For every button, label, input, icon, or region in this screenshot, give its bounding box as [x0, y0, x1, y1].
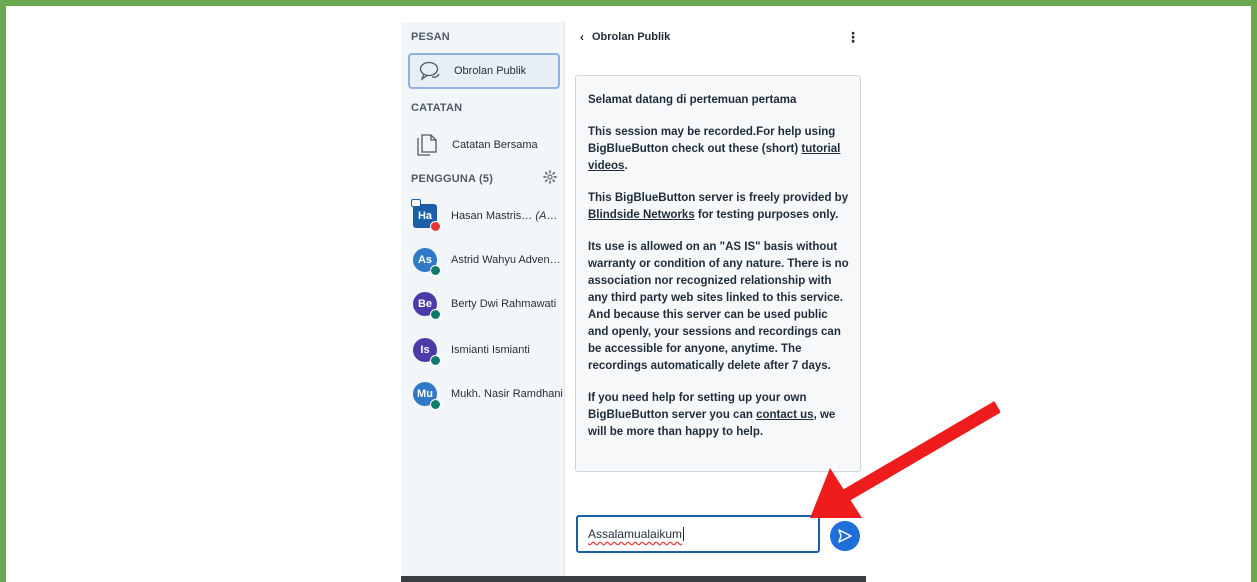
welcome-text: .	[624, 160, 628, 172]
presenter-icon	[411, 199, 421, 207]
user-name: Astrid Wahyu Advent…	[451, 254, 563, 266]
headphones-icon	[430, 309, 441, 320]
user-list-item[interactable]: As Astrid Wahyu Advent…	[413, 246, 565, 276]
headphones-icon	[430, 355, 441, 366]
gear-icon[interactable]	[543, 170, 557, 184]
welcome-paragraph: This session may be recorded.For help us…	[588, 124, 850, 175]
message-input-value: Assalamualaikum	[588, 527, 683, 541]
microphone-icon	[430, 221, 441, 232]
user-name-text: Hasan Mastris…	[451, 210, 533, 222]
chevron-left-icon: ‹	[580, 30, 584, 44]
send-button[interactable]	[830, 521, 860, 551]
welcome-text: for testing purposes only.	[694, 209, 839, 221]
avatar: Ha	[411, 199, 441, 232]
headphones-icon	[430, 399, 441, 410]
notes-section-title: CATATAN	[411, 102, 463, 114]
welcome-heading: Selamat datang di pertemuan pertama	[588, 94, 797, 106]
user-list-item[interactable]: Is Ismianti Ismianti	[413, 336, 565, 366]
avatar: As	[413, 248, 441, 276]
avatar-initials: Mu	[417, 388, 433, 400]
user-name: Ismianti Ismianti	[451, 344, 530, 356]
shared-notes-item[interactable]: Catatan Bersama	[408, 127, 560, 163]
chat-title: Obrolan Publik	[592, 31, 671, 43]
user-name: Hasan Mastris… (Anda)	[451, 210, 563, 222]
more-options-icon[interactable]: ⋮	[846, 29, 860, 46]
sidebar: PESAN Obrolan Publik CATATAN Catatan Ber…	[401, 22, 565, 577]
avatar: Be	[413, 292, 441, 320]
welcome-paragraph: This BigBlueButton server is freely prov…	[588, 190, 850, 224]
message-input[interactable]: Assalamualaikum	[576, 515, 820, 553]
public-chat-label: Obrolan Publik	[454, 65, 527, 77]
send-icon	[838, 529, 852, 543]
avatar: Is	[413, 338, 441, 366]
headphones-icon	[430, 265, 441, 276]
user-list-item[interactable]: Ha Hasan Mastris… (Anda)	[411, 199, 565, 232]
avatar-initials: Is	[420, 344, 430, 356]
user-list-item[interactable]: Mu Mukh. Nasir Ramdhani	[413, 380, 565, 410]
avatar-initials: As	[417, 254, 433, 266]
messages-section-title: PESAN	[411, 31, 450, 43]
users-section-title: PENGGUNA (5)	[411, 173, 494, 185]
shared-notes-label: Catatan Bersama	[452, 139, 538, 151]
you-tag: (Anda)	[535, 210, 563, 222]
annotation-arrow-icon	[810, 401, 1000, 518]
avatar: Mu	[413, 382, 441, 410]
blindside-networks-link[interactable]: Blindside Networks	[588, 209, 695, 221]
avatar-initials: Ha	[417, 210, 433, 222]
text-caret	[683, 527, 685, 541]
user-name: Mukh. Nasir Ramdhani	[451, 388, 563, 400]
chat-header-back-button[interactable]: ‹ Obrolan Publik	[580, 30, 670, 44]
avatar-initials: Be	[417, 298, 433, 310]
document-icon	[417, 134, 437, 156]
welcome-text: This BigBlueButton server is freely prov…	[588, 192, 849, 204]
chat-bubbles-icon	[419, 61, 440, 81]
welcome-text: This session may be recorded.For help us…	[588, 126, 836, 155]
bottom-bar	[401, 576, 866, 582]
welcome-paragraph: Its use is allowed on an "AS IS" basis w…	[588, 241, 849, 372]
user-name: Berty Dwi Rahmawati	[451, 298, 557, 310]
user-list-item[interactable]: Be Berty Dwi Rahmawati	[413, 290, 565, 320]
public-chat-item[interactable]: Obrolan Publik	[408, 53, 560, 89]
